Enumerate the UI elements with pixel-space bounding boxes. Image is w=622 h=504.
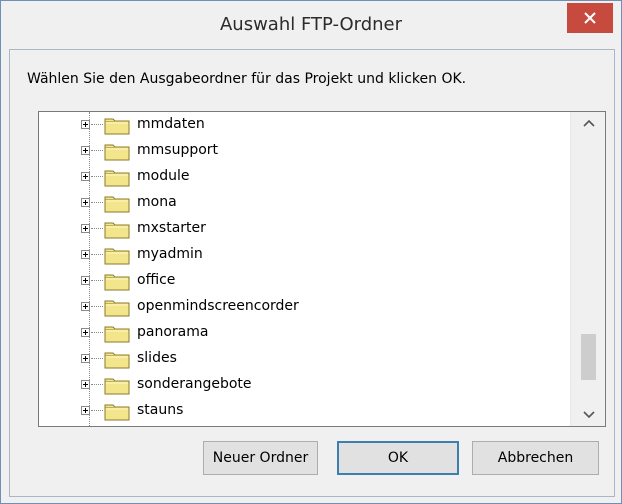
folder-icon <box>104 377 130 395</box>
tree-item-label: module <box>137 168 190 184</box>
tree-connector <box>91 358 103 359</box>
scrollbar-thumb[interactable] <box>581 334 596 380</box>
folder-icon <box>104 351 130 369</box>
tree-item-label: slides <box>137 350 177 366</box>
plus-box-icon[interactable] <box>81 380 90 389</box>
tree-item[interactable]: myadmin <box>39 243 569 269</box>
dialog-title: Auswahl FTP-Ordner <box>219 14 403 35</box>
instruction-text: Wählen Sie den Ausgabeordner für das Pro… <box>27 71 467 87</box>
tree-item[interactable]: panorama <box>39 321 569 347</box>
tree-item-label: mxstarter <box>137 220 206 236</box>
tree-connector <box>91 306 103 307</box>
tree-item[interactable]: mona <box>39 191 569 217</box>
tree-connector <box>91 150 103 151</box>
tree-item[interactable]: sonderangebote <box>39 373 569 399</box>
scroll-down-button[interactable] <box>571 404 605 426</box>
tree-rows: mmdaten mmsupport module mona mxstarter myadm… <box>39 112 569 426</box>
tree-connector <box>91 228 103 229</box>
tree-item-label: office <box>137 272 176 288</box>
tree-item-label: mmsupport <box>137 142 219 158</box>
plus-box-icon[interactable] <box>81 302 90 311</box>
close-button[interactable] <box>567 3 613 33</box>
close-icon <box>584 12 596 24</box>
folder-icon <box>104 195 130 213</box>
folder-icon <box>104 117 130 135</box>
plus-box-icon[interactable] <box>81 250 90 259</box>
plus-box-icon[interactable] <box>81 276 90 285</box>
folder-icon <box>104 247 130 265</box>
tree-item[interactable]: stauns <box>39 399 569 425</box>
tree-connector <box>91 254 103 255</box>
tree-connector <box>91 384 103 385</box>
folder-tree[interactable]: mmdaten mmsupport module mona mxstarter myadm… <box>38 111 606 427</box>
tree-item-label: sonderangebote <box>137 376 252 392</box>
chevron-up-icon <box>582 119 595 127</box>
cancel-button[interactable]: Abbrechen <box>472 441 599 475</box>
tree-item[interactable]: module <box>39 165 569 191</box>
plus-box-icon[interactable] <box>81 120 90 129</box>
chevron-down-icon <box>582 411 595 419</box>
tree-connector <box>91 124 103 125</box>
plus-box-icon[interactable] <box>81 198 90 207</box>
tree-item[interactable]: office <box>39 269 569 295</box>
tree-item-label: panorama <box>137 324 209 340</box>
tree-item-label: openmindscreencorder <box>137 298 299 314</box>
tree-connector <box>91 176 103 177</box>
folder-icon <box>104 325 130 343</box>
folder-icon <box>104 221 130 239</box>
new-folder-button[interactable]: Neuer Ordner <box>203 441 318 475</box>
folder-icon <box>104 403 130 421</box>
title-bar: Auswahl FTP-Ordner <box>1 1 621 49</box>
folder-icon <box>104 143 130 161</box>
tree-item-label: myadmin <box>137 246 203 262</box>
tree-item[interactable]: mxstarter <box>39 217 569 243</box>
vertical-scrollbar[interactable] <box>570 112 605 426</box>
tree-connector <box>91 202 103 203</box>
ok-button[interactable]: OK <box>337 441 459 475</box>
tree-item[interactable]: mmsupport <box>39 139 569 165</box>
ftp-folder-dialog: Auswahl FTP-Ordner Wählen Sie den Ausgab… <box>0 0 622 504</box>
tree-item[interactable]: openmindscreencorder <box>39 295 569 321</box>
tree-item[interactable]: slides <box>39 347 569 373</box>
plus-box-icon[interactable] <box>81 224 90 233</box>
tree-connector <box>91 410 103 411</box>
plus-box-icon[interactable] <box>81 406 90 415</box>
plus-box-icon[interactable] <box>81 328 90 337</box>
tree-item[interactable]: mmdaten <box>39 113 569 139</box>
tree-item-label: mmdaten <box>137 116 205 132</box>
folder-icon <box>104 169 130 187</box>
tree-item-label: stauns <box>137 402 184 418</box>
scroll-up-button[interactable] <box>571 112 605 134</box>
folder-icon <box>104 299 130 317</box>
plus-box-icon[interactable] <box>81 354 90 363</box>
folder-icon <box>104 273 130 291</box>
plus-box-icon[interactable] <box>81 172 90 181</box>
tree-connector <box>91 280 103 281</box>
tree-item-label: mona <box>137 194 177 210</box>
tree-connector <box>91 332 103 333</box>
plus-box-icon[interactable] <box>81 146 90 155</box>
